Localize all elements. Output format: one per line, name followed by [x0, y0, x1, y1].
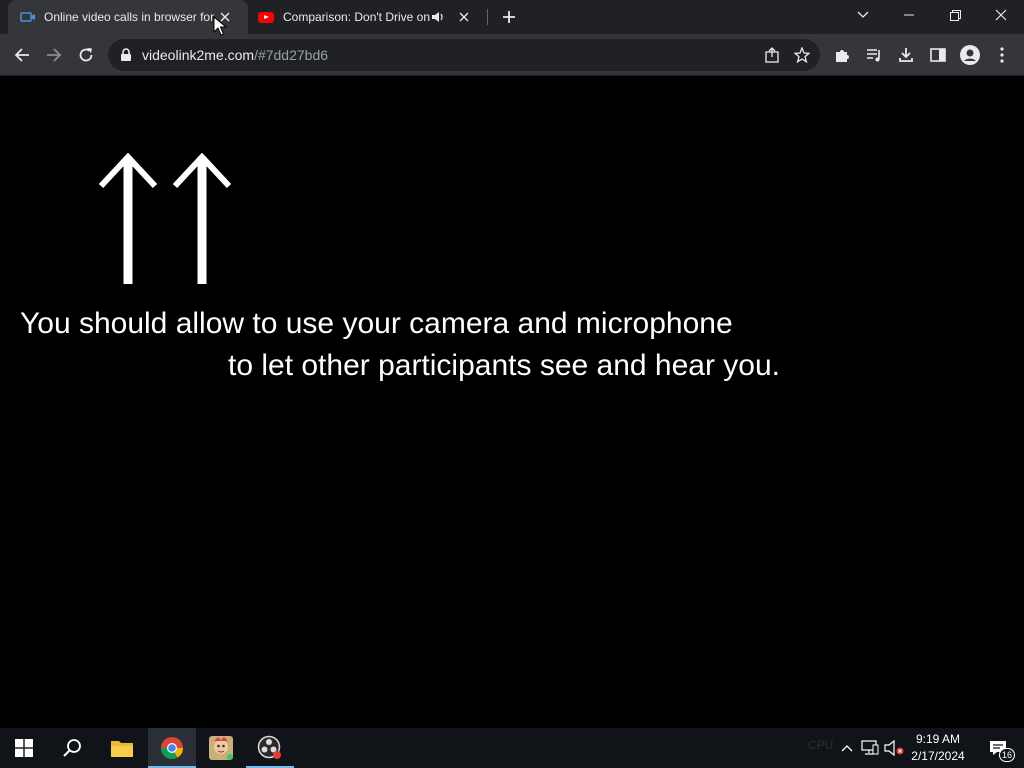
profile-button[interactable] — [956, 41, 984, 69]
back-arrow-icon — [14, 48, 29, 62]
message-line-2: to let other participants see and hear y… — [227, 349, 780, 382]
notification-count-badge: 16 — [999, 748, 1015, 762]
side-panel-button[interactable] — [924, 41, 952, 69]
recorder-icon — [257, 735, 281, 759]
up-arrow-icon — [172, 153, 232, 284]
more-vertical-icon — [1000, 47, 1004, 63]
extensions-button[interactable] — [828, 41, 856, 69]
youtube-icon — [258, 11, 274, 23]
permission-prompt-message: You should allow to use your camera and … — [20, 303, 780, 387]
volume-muted-icon[interactable] — [882, 740, 906, 756]
reload-button[interactable] — [72, 41, 100, 69]
cpu-widget-label: CPU — [808, 738, 834, 752]
back-button[interactable] — [8, 41, 36, 69]
tab-divider — [487, 9, 488, 25]
restore-button[interactable] — [932, 0, 978, 30]
share-icon[interactable] — [764, 47, 780, 66]
up-arrow-icon — [98, 153, 158, 284]
tab-strip: Online video calls in browser for Compar… — [0, 0, 1024, 34]
tab-comparison[interactable]: Comparison: Don't Drive on — [250, 0, 486, 34]
plus-icon — [503, 11, 515, 23]
menu-button[interactable] — [988, 41, 1016, 69]
file-explorer-button[interactable] — [98, 728, 146, 768]
message-line-1: You should allow to use your camera and … — [20, 307, 733, 340]
tab-title: Comparison: Don't Drive on — [283, 10, 431, 24]
speaker-icon[interactable] — [431, 10, 445, 24]
forward-arrow-icon — [47, 48, 62, 62]
close-icon — [995, 9, 1007, 21]
address-bar[interactable]: videolink2me.com/#7dd27bd6 — [108, 39, 820, 71]
media-control-button[interactable] — [860, 41, 888, 69]
url-path: /#7dd27bd6 — [254, 47, 329, 63]
search-icon — [63, 739, 81, 757]
chevron-down-icon — [857, 11, 869, 18]
obs-recorder-button[interactable] — [246, 728, 294, 768]
show-hidden-icons-icon[interactable] — [836, 744, 858, 752]
restore-icon — [949, 9, 961, 21]
side-panel-icon — [930, 48, 946, 62]
chrome-icon — [161, 737, 183, 759]
folder-icon — [111, 741, 133, 757]
url-host: videolink2me.com — [142, 47, 255, 63]
bookmark-star-icon[interactable] — [793, 46, 811, 66]
cartoon-avatar-icon — [209, 736, 233, 760]
start-button[interactable] — [0, 728, 48, 768]
clock-date: 2/17/2024 — [911, 749, 965, 763]
reload-icon — [79, 48, 93, 62]
minimize-button[interactable] — [886, 0, 932, 30]
media-queue-icon — [867, 49, 880, 62]
system-tray — [836, 728, 906, 768]
tab-title: Online video calls in browser for — [44, 10, 215, 24]
minimize-icon — [904, 14, 914, 16]
browser-toolbar: videolink2me.com/#7dd27bd6 — [0, 34, 1024, 76]
lock-icon[interactable] — [120, 48, 132, 62]
app-avatar-button[interactable] — [197, 728, 245, 768]
network-icon[interactable] — [858, 740, 882, 756]
chrome-taskbar-button[interactable] — [148, 728, 196, 768]
close-window-button[interactable] — [978, 0, 1024, 30]
video-call-icon — [20, 11, 36, 23]
new-tab-button[interactable] — [498, 6, 520, 28]
download-icon — [899, 48, 913, 62]
clock-time: 9:19 AM — [915, 732, 961, 746]
windows-logo-icon — [15, 739, 33, 757]
tab-video-calls[interactable]: Online video calls in browser for — [8, 0, 248, 34]
puzzle-icon — [836, 50, 849, 62]
profile-avatar-icon — [960, 45, 980, 65]
forward-button[interactable] — [40, 41, 68, 69]
taskbar-clock[interactable]: 9:19 AM 2/17/2024 — [906, 731, 970, 765]
close-tab-icon[interactable] — [455, 8, 473, 26]
downloads-button[interactable] — [892, 41, 920, 69]
tab-search-button[interactable] — [840, 0, 886, 30]
page-content: You should allow to use your camera and … — [0, 77, 1024, 728]
action-center-button[interactable]: 16 — [978, 728, 1018, 768]
search-button[interactable] — [48, 728, 96, 768]
mouse-cursor-icon — [213, 16, 227, 36]
